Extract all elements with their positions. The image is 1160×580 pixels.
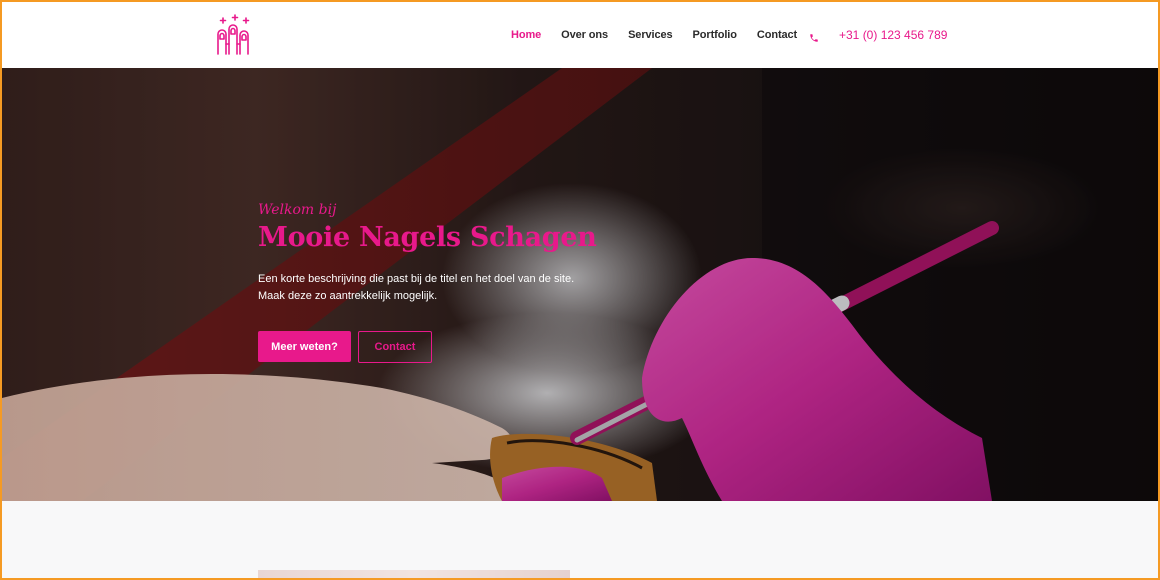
phone-number: +31 (0) 123 456 789 — [839, 28, 948, 42]
hero-banner: Welkom bij Mooie Nagels Schagen Een kort… — [2, 68, 1158, 501]
hero-welcome: Welkom bij — [258, 202, 337, 218]
main-nav: Home Over ons Services Portfolio Contact — [511, 2, 817, 68]
hero-content: Welkom bij Mooie Nagels Schagen Een kort… — [258, 202, 597, 363]
site-header: Home Over ons Services Portfolio Contact… — [2, 2, 1158, 68]
hero-title: Mooie Nagels Schagen — [258, 222, 597, 253]
nav-services[interactable]: Services — [628, 29, 673, 41]
meer-weten-button[interactable]: Meer weten? — [258, 331, 351, 362]
section-image — [258, 570, 570, 578]
phone-icon — [809, 30, 819, 42]
phone-contact[interactable]: +31 (0) 123 456 789 — [809, 2, 947, 68]
hero-description: Een korte beschrijving die past bij de t… — [258, 273, 575, 302]
page-frame: Home Over ons Services Portfolio Contact… — [2, 2, 1158, 578]
contact-button[interactable]: Contact — [358, 331, 432, 363]
nails-logo-icon[interactable] — [214, 14, 256, 56]
nav-portfolio[interactable]: Portfolio — [693, 29, 737, 41]
hero-buttons: Meer weten? Contact — [258, 331, 588, 363]
nav-home[interactable]: Home — [511, 29, 541, 41]
nav-contact[interactable]: Contact — [757, 29, 797, 41]
nav-over-ons[interactable]: Over ons — [561, 29, 608, 41]
content-section — [2, 501, 1158, 578]
